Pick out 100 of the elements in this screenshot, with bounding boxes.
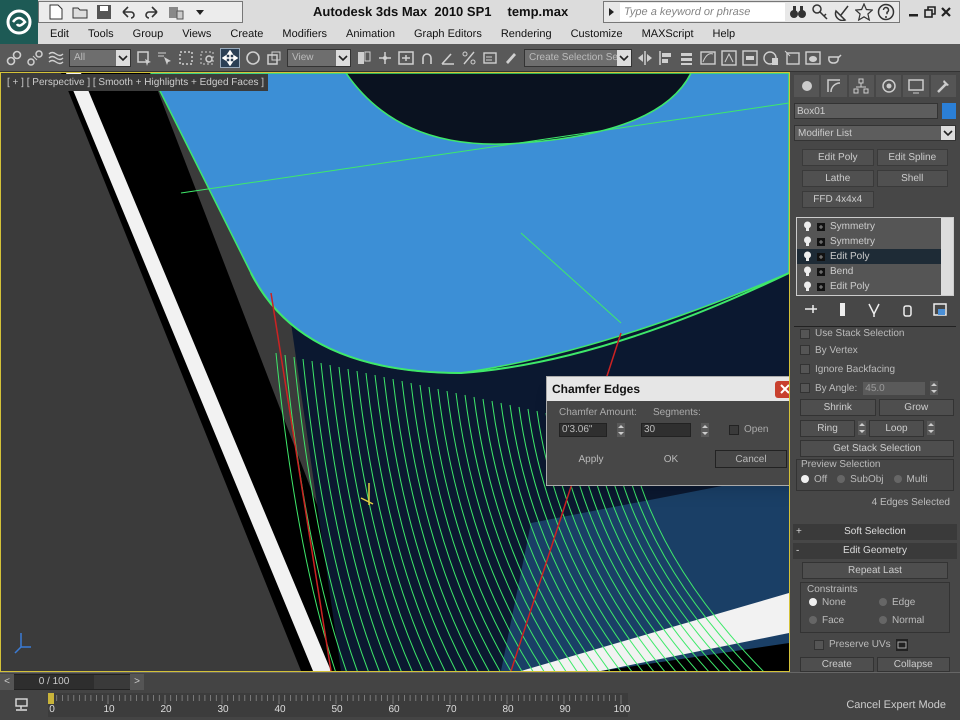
spinner-arrows-icon[interactable] — [701, 422, 709, 436]
checkbox[interactable] — [814, 640, 824, 650]
timeline-ruler[interactable]: 0 10 20 30 40 50 60 70 80 90 100 — [48, 693, 628, 718]
app-logo-button[interactable] — [0, 0, 38, 44]
scale-icon[interactable] — [266, 50, 282, 66]
material-editor-icon[interactable] — [742, 50, 758, 66]
unlink-icon[interactable] — [27, 50, 43, 66]
expand-icon[interactable] — [817, 222, 825, 230]
window-crossing-icon[interactable] — [199, 50, 215, 66]
expand-icon[interactable] — [817, 238, 825, 246]
modifier-list-dropdown[interactable]: Modifier List — [794, 125, 956, 141]
radio-button[interactable] — [809, 616, 817, 624]
modifier-button[interactable]: Lathe — [802, 170, 874, 187]
light-bulb-icon[interactable] — [803, 281, 812, 292]
checkbox[interactable] — [800, 383, 810, 394]
menu-item[interactable]: MAXScript — [642, 26, 694, 42]
checkbox[interactable] — [800, 328, 810, 339]
configure-sets-icon[interactable] — [932, 302, 948, 317]
expand-icon[interactable] — [817, 252, 825, 260]
stack-item[interactable]: Symmetry — [797, 219, 941, 234]
checkbox[interactable] — [800, 345, 810, 356]
segments-field[interactable]: 30 — [641, 422, 691, 436]
rectangle-selection-icon[interactable] — [178, 50, 194, 66]
object-color-swatch[interactable] — [942, 103, 956, 119]
curve-editor-icon[interactable] — [700, 50, 716, 66]
radio-button[interactable] — [809, 598, 817, 606]
next-frame-button[interactable]: > — [130, 674, 144, 690]
menu-item[interactable]: Edit — [50, 26, 69, 42]
light-bulb-icon[interactable] — [803, 221, 812, 232]
move-icon[interactable] — [222, 50, 238, 66]
object-name-field[interactable]: Box01 — [794, 103, 938, 119]
menu-item[interactable]: Group — [132, 26, 164, 42]
stack-item[interactable]: Edit Poly — [797, 279, 941, 294]
frame-counter[interactable]: 0 / 100 — [14, 674, 94, 689]
manipulate-icon[interactable] — [377, 50, 393, 66]
radio-button[interactable] — [801, 475, 809, 484]
modify-icon[interactable] — [826, 78, 842, 94]
hierarchy-icon[interactable] — [853, 78, 870, 94]
settings-icon[interactable] — [896, 638, 908, 651]
pivot-icon[interactable] — [356, 50, 372, 66]
modifier-button[interactable]: Edit Spline — [876, 149, 948, 166]
radio-button[interactable] — [879, 598, 887, 606]
menu-item[interactable]: Modifiers — [282, 26, 328, 42]
stack-item[interactable]: Symmetry — [797, 234, 941, 249]
new-file-icon[interactable] — [47, 3, 65, 21]
panel-button[interactable]: Ring — [800, 420, 855, 437]
align-icon[interactable] — [658, 50, 674, 66]
hammer-icon[interactable] — [935, 78, 952, 94]
menu-item[interactable]: Help — [712, 26, 736, 42]
status-text[interactable]: Cancel Expert Mode — [846, 697, 946, 714]
reference-coordinate-dropdown[interactable]: View — [287, 48, 351, 66]
menu-item[interactable]: Graph Editors — [414, 26, 482, 42]
panel-button[interactable]: Create — [800, 657, 874, 672]
motion-icon[interactable] — [880, 78, 897, 94]
select-object-icon[interactable] — [136, 50, 152, 66]
spinner-arrows-icon[interactable] — [927, 421, 935, 436]
spinner-snap-icon[interactable] — [482, 50, 498, 66]
mini-listener-icon[interactable] — [14, 697, 30, 714]
radio-button[interactable] — [879, 616, 887, 624]
wave-icon[interactable] — [48, 50, 64, 66]
checkbox[interactable] — [800, 364, 810, 374]
time-slider-thumb[interactable] — [48, 693, 54, 704]
radio-button[interactable] — [894, 475, 902, 484]
rendered-frame-icon[interactable] — [784, 50, 800, 66]
render-setup-icon[interactable] — [763, 50, 779, 66]
expand-icon[interactable] — [817, 268, 825, 276]
rollout-header[interactable]: - Edit Geometry — [793, 542, 957, 559]
schematic-view-icon[interactable] — [721, 50, 737, 66]
panel-button[interactable]: Grow — [878, 398, 954, 416]
stack-item[interactable]: Edit Poly — [797, 249, 941, 264]
percent-snap-icon[interactable] — [461, 50, 477, 66]
menu-item[interactable]: Create — [230, 26, 264, 42]
light-bulb-icon[interactable] — [803, 236, 812, 247]
menu-item[interactable]: Views — [182, 26, 212, 42]
light-bulb-icon[interactable] — [803, 266, 812, 277]
rotate-icon[interactable] — [245, 50, 261, 66]
time-slider-track[interactable]: 0 / 100 — [14, 674, 130, 690]
previous-frame-button[interactable]: < — [0, 674, 14, 690]
light-bulb-icon[interactable] — [803, 251, 812, 262]
restore-icon[interactable] — [924, 6, 936, 18]
make-unique-icon[interactable] — [867, 302, 882, 317]
amount-field[interactable]: 0'3.06" — [559, 422, 607, 436]
scrollbar[interactable] — [941, 218, 953, 295]
menu-item[interactable]: Animation — [346, 26, 395, 42]
spinner-arrows-icon[interactable] — [930, 381, 938, 396]
modifier-button[interactable]: Shell — [876, 170, 948, 187]
mirror-icon[interactable] — [637, 50, 653, 66]
save-icon[interactable] — [95, 3, 113, 21]
close-button[interactable] — [775, 380, 789, 398]
spinner-arrows-icon[interactable] — [858, 421, 866, 436]
expand-icon[interactable] — [817, 282, 825, 290]
menu-item[interactable]: Rendering — [500, 26, 552, 42]
open-checkbox[interactable] — [729, 424, 739, 434]
menu-item[interactable]: Tools — [88, 26, 114, 42]
panel-button[interactable]: Get Stack Selection — [800, 440, 954, 457]
keyboard-shortcut-icon[interactable] — [398, 50, 414, 66]
link-icon[interactable] — [6, 50, 22, 66]
radio-button[interactable] — [837, 475, 846, 484]
rollout-header[interactable]: + Soft Selection — [793, 524, 957, 540]
menu-item[interactable]: Customize — [570, 26, 623, 42]
